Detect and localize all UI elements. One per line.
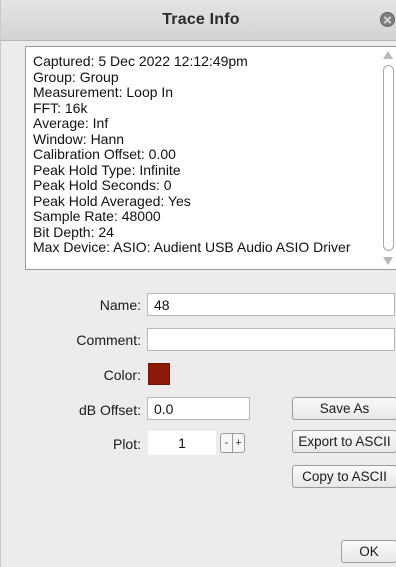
info-line-peak-hold-type: Peak Hold Type: Infinite (33, 161, 181, 178)
export-to-ascii-button[interactable]: Export to ASCII (292, 430, 396, 453)
close-icon[interactable] (380, 12, 395, 27)
scroll-up-arrow-icon[interactable] (383, 51, 393, 59)
info-line-fft: FFT: 16k (33, 99, 88, 116)
scroll-thumb[interactable] (383, 65, 394, 251)
trace-info-text-area[interactable]: Captured: 5 Dec 2022 12:12:49pm Group: G… (25, 46, 396, 270)
ok-button[interactable]: OK (341, 540, 396, 563)
info-line-bit-depth: Bit Depth: 24 (33, 223, 114, 240)
window-title: Trace Info (162, 11, 240, 28)
info-line-measurement: Measurement: Loop In (33, 84, 174, 100)
decrement-button[interactable]: - (221, 434, 232, 452)
info-lines: Captured: 5 Dec 2022 12:12:49pm Group: G… (33, 53, 351, 256)
info-line-average: Average: Inf (33, 115, 109, 131)
comment-field[interactable] (147, 328, 395, 351)
name-label: Name: (99, 297, 141, 313)
db-offset-field[interactable] (147, 397, 250, 420)
color-swatch[interactable] (148, 363, 170, 385)
info-line-captured: Captured: 5 Dec 2022 12:12:49pm (33, 53, 248, 69)
copy-to-ascii-button[interactable]: Copy to ASCII (292, 465, 396, 488)
title-bar[interactable]: Trace Info (1, 0, 396, 41)
info-line-calibration-offset: Calibration Offset: 0.00 (33, 146, 176, 162)
info-scrollbar[interactable] (382, 51, 394, 265)
name-field[interactable] (147, 293, 395, 316)
db-offset-label: dB Offset: (79, 402, 141, 418)
info-line-group: Group: Group (33, 68, 119, 85)
color-label: Color: (103, 367, 141, 383)
info-line-peak-hold-seconds: Peak Hold Seconds: 0 (33, 177, 172, 193)
info-line-peak-hold-averaged: Peak Hold Averaged: Yes (33, 192, 191, 209)
save-as-button[interactable]: Save As (292, 397, 396, 420)
info-line-sample-rate: Sample Rate: 48000 (33, 208, 161, 224)
scroll-down-arrow-icon[interactable] (383, 257, 393, 265)
increment-button[interactable]: + (232, 434, 244, 452)
plot-label: Plot: (112, 436, 141, 452)
plot-number-field[interactable]: 1 (148, 431, 216, 455)
info-line-window: Window: Hann (33, 130, 125, 147)
info-line-max-device: Max Device: ASIO: Audient USB Audio ASIO… (33, 239, 351, 255)
trace-info-window: Trace Info Captured: 5 Dec 2022 12:12:49… (0, 0, 396, 567)
comment-label: Comment: (76, 332, 141, 348)
plot-stepper[interactable]: - + (220, 433, 245, 453)
